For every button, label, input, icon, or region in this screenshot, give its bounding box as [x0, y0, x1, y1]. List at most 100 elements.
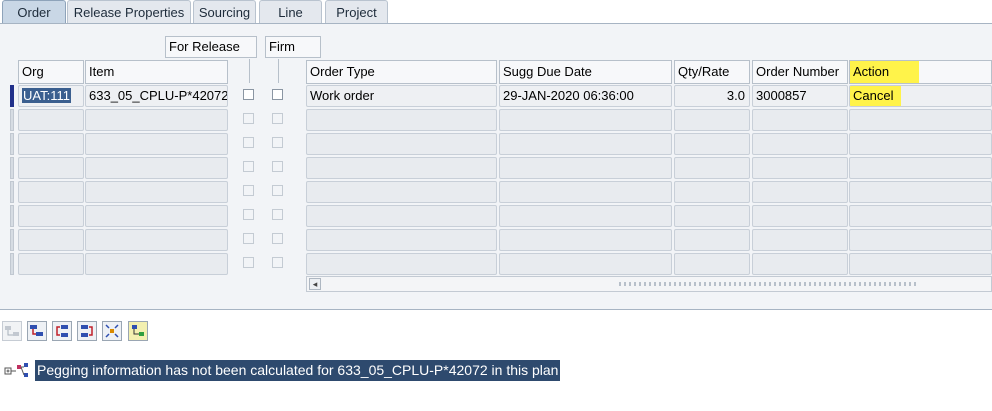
firm-checkbox[interactable]	[272, 89, 283, 100]
sugg-due-date-field[interactable]	[499, 205, 672, 227]
sugg-due-date-field[interactable]	[499, 253, 672, 275]
firm-checkbox[interactable]	[272, 209, 283, 220]
row-indicator[interactable]	[10, 181, 14, 203]
order-number-field[interactable]	[752, 181, 848, 203]
tab-line[interactable]: Line	[259, 0, 322, 24]
for-release-checkbox[interactable]	[243, 137, 254, 148]
row-indicator[interactable]	[10, 205, 14, 227]
legend-icon[interactable]	[128, 321, 148, 341]
item-field[interactable]	[85, 181, 228, 203]
item-field[interactable]	[85, 157, 228, 179]
sugg-due-date-field[interactable]: 29-JAN-2020 06:36:00	[499, 85, 672, 107]
qty-rate-field[interactable]	[674, 133, 750, 155]
org-field[interactable]	[18, 253, 84, 275]
firm-checkbox[interactable]	[272, 137, 283, 148]
action-field[interactable]	[849, 181, 992, 203]
qty-rate-field[interactable]	[674, 157, 750, 179]
sugg-due-date-field[interactable]	[499, 133, 672, 155]
order-number-field[interactable]	[752, 229, 848, 251]
qty-rate-field[interactable]	[674, 181, 750, 203]
for-release-checkbox[interactable]	[243, 209, 254, 220]
firm-checkbox[interactable]	[272, 161, 283, 172]
status-message: Pegging information has not been calcula…	[35, 360, 561, 381]
qty-rate-field[interactable]	[674, 253, 750, 275]
row-indicator[interactable]	[10, 109, 14, 131]
firm-checkbox[interactable]	[272, 185, 283, 196]
order-number-field[interactable]	[752, 109, 848, 131]
qty-rate-field[interactable]	[674, 205, 750, 227]
action-field[interactable]	[849, 205, 992, 227]
for-release-checkbox[interactable]	[243, 113, 254, 124]
order-number-field[interactable]: 3000857	[752, 85, 848, 107]
qty-rate-field[interactable]	[674, 109, 750, 131]
org-field[interactable]	[18, 133, 84, 155]
org-field[interactable]: UAT:111	[18, 85, 84, 107]
pegging-tree-icon[interactable]	[4, 362, 34, 380]
tab-project[interactable]: Project	[325, 0, 388, 24]
col-header-org: Org	[18, 60, 84, 84]
item-field[interactable]	[85, 133, 228, 155]
tab-release-properties[interactable]: Release Properties	[67, 0, 191, 24]
order-number-field[interactable]	[752, 157, 848, 179]
item-field[interactable]: 633_05_CPLU-P*42072	[85, 85, 228, 107]
sugg-due-date-field[interactable]	[499, 109, 672, 131]
tab-order[interactable]: Order	[2, 0, 66, 24]
item-field[interactable]	[85, 253, 228, 275]
order-number-field[interactable]	[752, 205, 848, 227]
firm-checkbox[interactable]	[272, 233, 283, 244]
row-indicator[interactable]	[10, 133, 14, 155]
col-header-order-type: Order Type	[306, 60, 497, 84]
for-release-checkbox[interactable]	[243, 185, 254, 196]
expand-icon[interactable]	[102, 321, 122, 341]
row-indicator[interactable]	[10, 229, 14, 251]
org-field[interactable]	[18, 109, 84, 131]
item-field[interactable]	[85, 205, 228, 227]
action-field[interactable]	[849, 109, 992, 131]
for-release-checkbox[interactable]	[243, 89, 254, 100]
horizontal-scrollbar[interactable]: ◂	[306, 276, 992, 292]
firm-checkbox[interactable]	[272, 257, 283, 268]
pegging-left-icon[interactable]	[52, 321, 72, 341]
scrollbar-grip[interactable]	[619, 282, 919, 286]
order-type-field[interactable]	[306, 157, 497, 179]
action-field[interactable]	[849, 229, 992, 251]
action-field[interactable]: Cancel	[849, 85, 992, 107]
action-field[interactable]	[849, 133, 992, 155]
org-field[interactable]	[18, 205, 84, 227]
order-type-field[interactable]	[306, 109, 497, 131]
col-header-item: Item	[85, 60, 228, 84]
org-field[interactable]	[18, 229, 84, 251]
order-type-field[interactable]	[306, 229, 497, 251]
for-release-checkbox[interactable]	[243, 257, 254, 268]
order-type-field[interactable]: Work order	[306, 85, 497, 107]
action-field[interactable]	[849, 157, 992, 179]
item-field[interactable]	[85, 109, 228, 131]
action-header-label: Action	[850, 61, 920, 83]
scroll-left-icon[interactable]: ◂	[309, 278, 321, 290]
current-row-indicator[interactable]	[10, 85, 14, 107]
item-field[interactable]	[85, 229, 228, 251]
row-indicator[interactable]	[10, 157, 14, 179]
order-type-field[interactable]	[306, 181, 497, 203]
for-release-checkbox[interactable]	[243, 233, 254, 244]
order-type-field[interactable]	[306, 133, 497, 155]
order-type-field[interactable]	[306, 253, 497, 275]
row-indicator[interactable]	[10, 253, 14, 275]
qty-rate-field[interactable]: 3.0	[674, 85, 750, 107]
sugg-due-date-field[interactable]	[499, 157, 672, 179]
order-type-field[interactable]	[306, 205, 497, 227]
order-number-field[interactable]	[752, 133, 848, 155]
for-release-checkbox[interactable]	[243, 161, 254, 172]
pegging-up-icon[interactable]	[2, 321, 22, 341]
tab-sourcing[interactable]: Sourcing	[193, 0, 256, 24]
sugg-due-date-field[interactable]	[499, 229, 672, 251]
qty-rate-field[interactable]	[674, 229, 750, 251]
pegging-right-icon[interactable]	[77, 321, 97, 341]
order-number-field[interactable]	[752, 253, 848, 275]
sugg-due-date-field[interactable]	[499, 181, 672, 203]
action-field[interactable]	[849, 253, 992, 275]
firm-checkbox[interactable]	[272, 113, 283, 124]
org-field[interactable]	[18, 157, 84, 179]
org-field[interactable]	[18, 181, 84, 203]
pegging-down-icon[interactable]	[27, 321, 47, 341]
